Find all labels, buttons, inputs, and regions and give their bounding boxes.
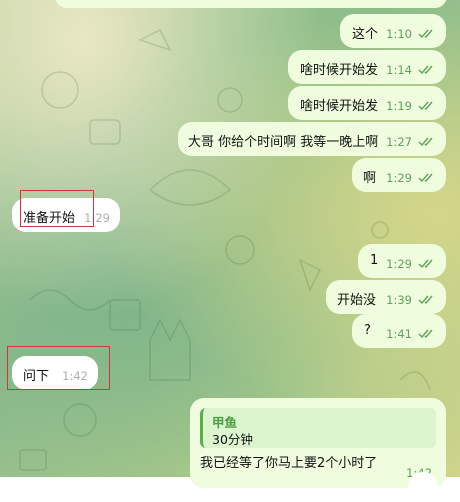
message-meta: 1:41 — [386, 327, 436, 341]
message-text: 这个 — [352, 27, 379, 42]
message-time: 1:14 — [386, 63, 412, 77]
message-bubble-8[interactable]: 开始没 1:39 — [326, 280, 446, 314]
message-bubble-11[interactable]: 甲鱼 30分钟 我已经等了你马上要2个小时了 1:42 — [190, 398, 446, 502]
message-meta: 1:27 — [386, 135, 436, 149]
message-text: 大哥 你给个时间啊 我等一晚上啊 — [188, 135, 379, 150]
message-meta: 1:39 — [386, 293, 436, 307]
message-time: 1:19 — [386, 99, 412, 113]
reply-quote[interactable]: 甲鱼 30分钟 — [200, 408, 436, 448]
message-bubble-7[interactable]: 1 1:29 — [358, 244, 446, 278]
message-bubble-5[interactable]: 啊 1:29 — [352, 158, 446, 192]
reply-text: 30分钟 — [212, 432, 253, 447]
message-bubble-clipped[interactable] — [55, 0, 447, 8]
double-check-icon — [418, 29, 433, 39]
message-time: 1:27 — [386, 135, 412, 149]
message-bubble-3[interactable]: 啥时候开始发 1:19 — [288, 86, 446, 120]
message-bubble-4[interactable]: 大哥 你给个时间啊 我等一晚上啊 1:27 — [178, 122, 446, 156]
message-text: ? — [364, 323, 371, 338]
message-text: 啥时候开始发 — [300, 63, 379, 78]
highlight-box-2 — [7, 346, 110, 390]
message-meta: 1:14 — [386, 63, 436, 77]
double-check-icon — [418, 101, 433, 111]
message-meta: 1:10 — [386, 27, 436, 41]
message-time: 1:29 — [386, 257, 412, 271]
double-check-icon — [418, 137, 433, 147]
double-check-icon — [418, 295, 433, 305]
message-text: 开始没 — [337, 293, 377, 308]
message-text: 我已经等了你马上要2个小时了 — [200, 456, 378, 471]
double-check-icon — [418, 173, 433, 183]
message-text: 啊 — [363, 171, 377, 186]
message-bubble-9[interactable]: ? 1:41 — [352, 314, 446, 348]
message-time: 1:10 — [386, 27, 412, 41]
message-text: 1 — [370, 253, 379, 268]
message-bubble-2[interactable]: 啥时候开始发 1:14 — [288, 50, 446, 84]
message-meta: 1:29 — [386, 257, 436, 271]
message-time: 1:39 — [386, 293, 412, 307]
double-check-icon — [418, 329, 433, 339]
message-meta: 1:29 — [386, 171, 436, 185]
highlight-box-1 — [20, 190, 94, 227]
message-time: 1:29 — [386, 171, 412, 185]
message-text: 啥时候开始发 — [300, 99, 379, 114]
double-check-icon — [418, 65, 433, 75]
double-check-icon — [418, 259, 433, 269]
message-bubble-1[interactable]: 这个 1:10 — [340, 14, 446, 48]
message-time: 1:41 — [386, 327, 412, 341]
message-meta: 1:19 — [386, 99, 436, 113]
